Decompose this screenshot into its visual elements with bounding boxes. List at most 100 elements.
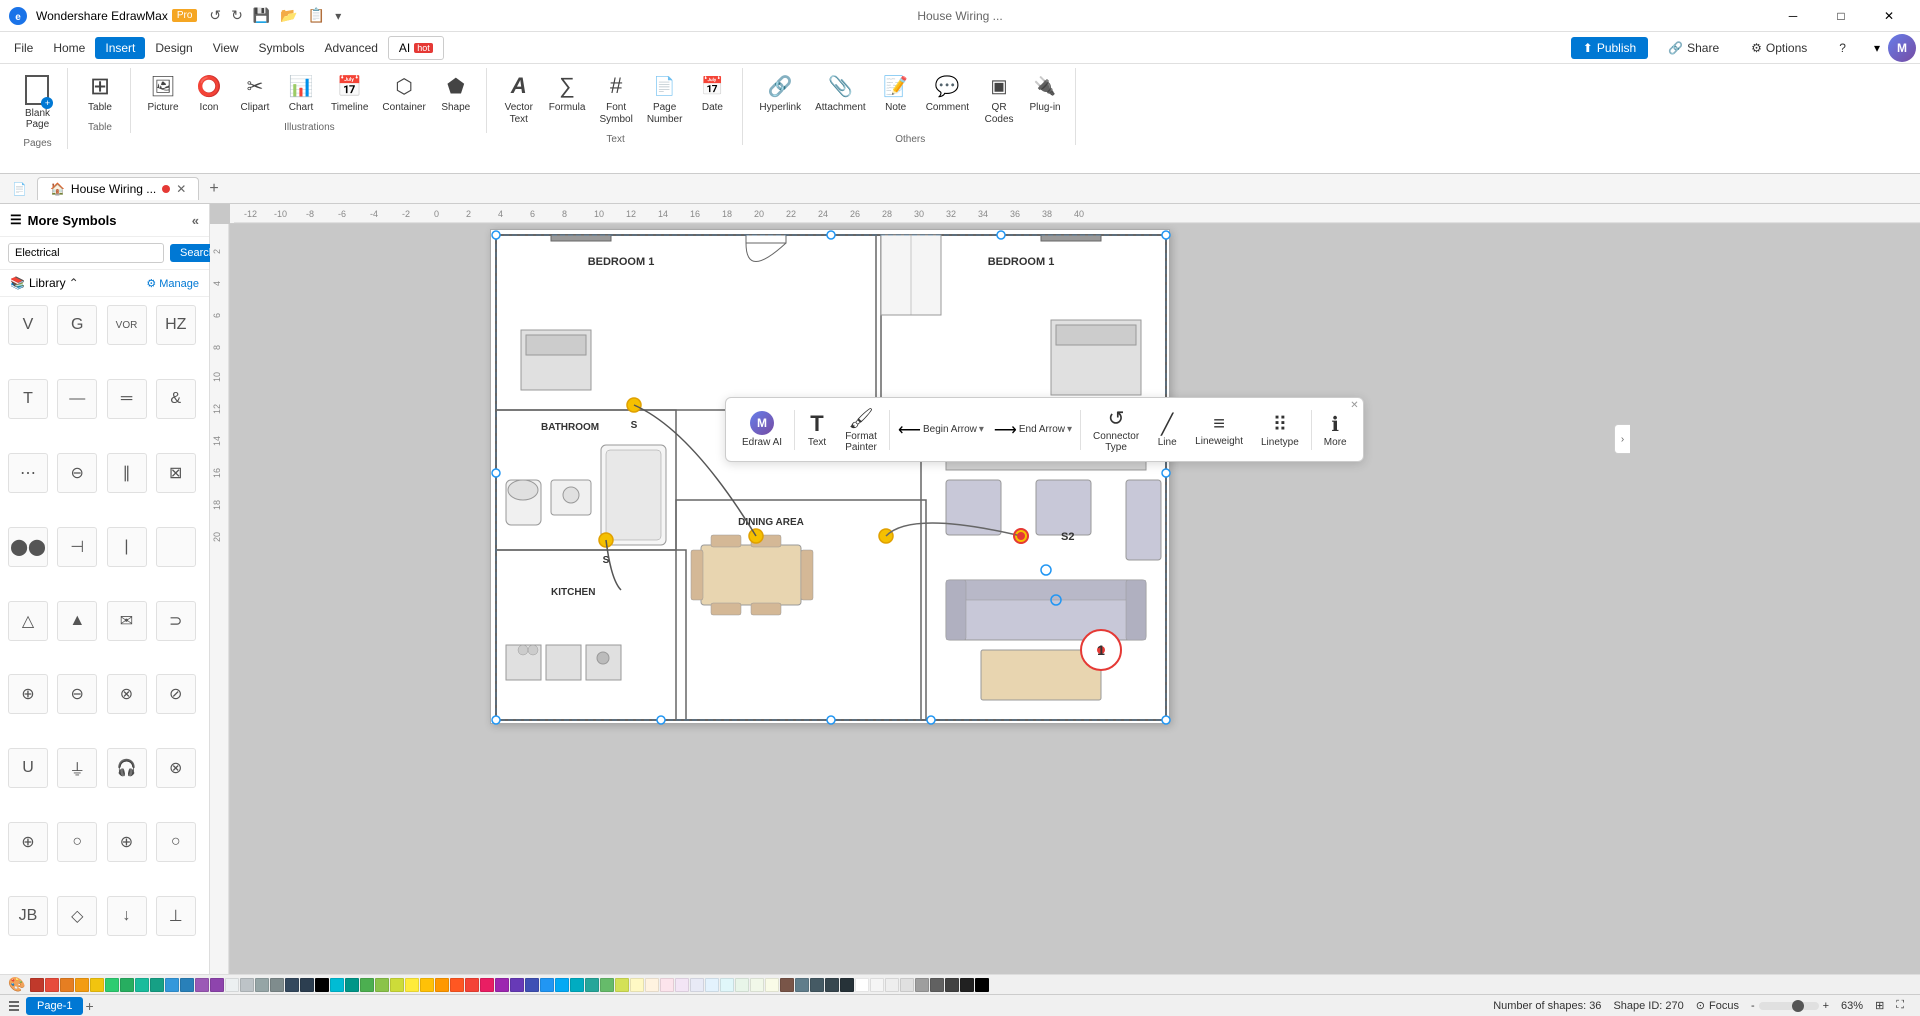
date-btn[interactable]: 📅 Date <box>690 68 734 118</box>
font-symbol-btn[interactable]: # FontSymbol <box>593 68 638 130</box>
color-swatch-51[interactable] <box>795 978 809 992</box>
symbol-item-23[interactable]: ⊘ <box>156 674 196 714</box>
color-swatch-23[interactable] <box>375 978 389 992</box>
color-swatch-47[interactable] <box>735 978 749 992</box>
color-swatch-1[interactable] <box>45 978 59 992</box>
close-btn[interactable]: ✕ <box>1866 0 1912 32</box>
expand-btn[interactable]: ▾ <box>1874 41 1880 55</box>
color-swatch-7[interactable] <box>135 978 149 992</box>
color-swatch-57[interactable] <box>885 978 899 992</box>
template-btn[interactable]: 📋 <box>308 7 325 24</box>
color-swatch-24[interactable] <box>390 978 404 992</box>
page-tab-1[interactable]: Page-1 <box>26 997 83 1015</box>
share-btn[interactable]: 🔗 Share <box>1656 37 1731 59</box>
symbol-item-9[interactable]: ⊖ <box>57 453 97 493</box>
diagram-canvas[interactable]: BEDROOM 1 BEDROOM 1 <box>490 229 1170 724</box>
symbol-item-12[interactable]: ⬤⬤ <box>8 527 48 567</box>
ft-begin-arrow[interactable]: ⟵ Begin Arrow ▾ <box>894 416 988 444</box>
color-swatch-40[interactable] <box>630 978 644 992</box>
plugin-btn[interactable]: 🔌 Plug-in <box>1023 68 1067 118</box>
clipart-btn[interactable]: ✂ Clipart <box>233 68 277 118</box>
ft-lineweight-btn[interactable]: ≡ Lineweight <box>1187 409 1251 451</box>
formula-btn[interactable]: ∑ Formula <box>543 68 592 118</box>
container-btn[interactable]: ⬡ Container <box>376 68 431 118</box>
color-swatch-27[interactable] <box>435 978 449 992</box>
help-btn[interactable]: ? <box>1827 37 1858 59</box>
color-swatch-44[interactable] <box>690 978 704 992</box>
maximize-btn[interactable]: □ <box>1818 0 1864 32</box>
symbol-item-33[interactable]: ◇ <box>57 896 97 936</box>
color-swatch-13[interactable] <box>225 978 239 992</box>
add-page-btn[interactable]: + <box>85 998 93 1014</box>
color-swatch-50[interactable] <box>780 978 794 992</box>
symbol-item-34[interactable]: ↓ <box>107 896 147 936</box>
color-swatch-60[interactable] <box>930 978 944 992</box>
color-swatch-3[interactable] <box>75 978 89 992</box>
symbol-item-22[interactable]: ⊗ <box>107 674 147 714</box>
color-swatch-15[interactable] <box>255 978 269 992</box>
fullscreen-btn[interactable]: ⛶ <box>1896 999 1904 1012</box>
ft-text-btn[interactable]: T Text <box>799 407 835 452</box>
page-number-btn[interactable]: 📄 PageNumber <box>641 68 689 130</box>
icon-btn[interactable]: ⭕ Icon <box>187 68 231 118</box>
right-collapse-btn[interactable]: › <box>1614 424 1630 454</box>
color-swatch-56[interactable] <box>870 978 884 992</box>
color-swatch-59[interactable] <box>915 978 929 992</box>
color-swatch-6[interactable] <box>120 978 134 992</box>
zoom-slider-thumb[interactable] <box>1792 1000 1804 1012</box>
search-input[interactable] <box>8 243 164 263</box>
symbol-item-16[interactable]: △ <box>8 601 48 641</box>
ft-more-btn[interactable]: ℹ More <box>1316 408 1355 452</box>
color-swatch-31[interactable] <box>495 978 509 992</box>
color-swatch-62[interactable] <box>960 978 974 992</box>
more-btn[interactable]: ▾ <box>335 9 341 23</box>
symbol-item-11[interactable]: ⊠ <box>156 453 196 493</box>
manage-link[interactable]: ⚙ Manage <box>146 277 199 290</box>
open-btn[interactable]: 📂 <box>280 7 297 24</box>
symbol-item-35[interactable]: ⊥ <box>156 896 196 936</box>
color-swatch-18[interactable] <box>300 978 314 992</box>
symbol-item-31[interactable]: ○ <box>156 822 196 862</box>
color-swatch-30[interactable] <box>480 978 494 992</box>
color-swatch-58[interactable] <box>900 978 914 992</box>
symbol-item-14[interactable]: | <box>107 527 147 567</box>
color-swatch-17[interactable] <box>285 978 299 992</box>
tab-house-wiring[interactable]: 🏠 House Wiring ... ✕ <box>37 177 199 200</box>
tab-close-btn[interactable]: ✕ <box>176 182 186 196</box>
page-nav-icon[interactable]: 📄 <box>8 182 31 196</box>
color-swatch-37[interactable] <box>585 978 599 992</box>
ft-line-btn[interactable]: ╱ Line <box>1149 408 1185 452</box>
symbol-item-4[interactable]: T <box>8 379 48 419</box>
zoom-slider[interactable] <box>1759 1002 1819 1010</box>
menu-advanced[interactable]: Advanced <box>315 37 388 59</box>
sidebar-expand-icon[interactable]: ☰ <box>10 212 22 228</box>
color-swatch-55[interactable] <box>855 978 869 992</box>
symbol-item-6[interactable]: ═ <box>107 379 147 419</box>
qr-codes-btn[interactable]: ▣ QRCodes <box>977 68 1021 130</box>
color-swatch-45[interactable] <box>705 978 719 992</box>
table-btn[interactable]: ⊞ Table <box>78 68 122 118</box>
symbol-item-10[interactable]: ∥ <box>107 453 147 493</box>
symbol-item-20[interactable]: ⊕ <box>8 674 48 714</box>
color-swatch-63[interactable] <box>975 978 989 992</box>
color-swatch-29[interactable] <box>465 978 479 992</box>
minimize-btn[interactable]: ─ <box>1770 0 1816 32</box>
color-picker-icon[interactable]: 🎨 <box>8 976 25 993</box>
color-swatch-22[interactable] <box>360 978 374 992</box>
user-avatar[interactable]: M <box>1888 34 1916 62</box>
color-swatch-52[interactable] <box>810 978 824 992</box>
symbol-item-17[interactable]: ▲ <box>57 601 97 641</box>
symbol-item-32[interactable]: JB <box>8 896 48 936</box>
symbol-item-5[interactable]: — <box>57 379 97 419</box>
picture-btn[interactable]: 🖼 Picture <box>141 68 185 118</box>
symbol-item-28[interactable]: ⊕ <box>8 822 48 862</box>
symbol-item-0[interactable]: V <box>8 305 48 345</box>
symbol-item-3[interactable]: HZ <box>156 305 196 345</box>
symbol-item-19[interactable]: ⊃ <box>156 601 196 641</box>
color-swatch-34[interactable] <box>540 978 554 992</box>
color-swatch-54[interactable] <box>840 978 854 992</box>
save-btn[interactable]: 💾 <box>253 7 270 24</box>
menu-insert[interactable]: Insert <box>95 37 145 59</box>
menu-design[interactable]: Design <box>145 37 202 59</box>
color-swatch-12[interactable] <box>210 978 224 992</box>
